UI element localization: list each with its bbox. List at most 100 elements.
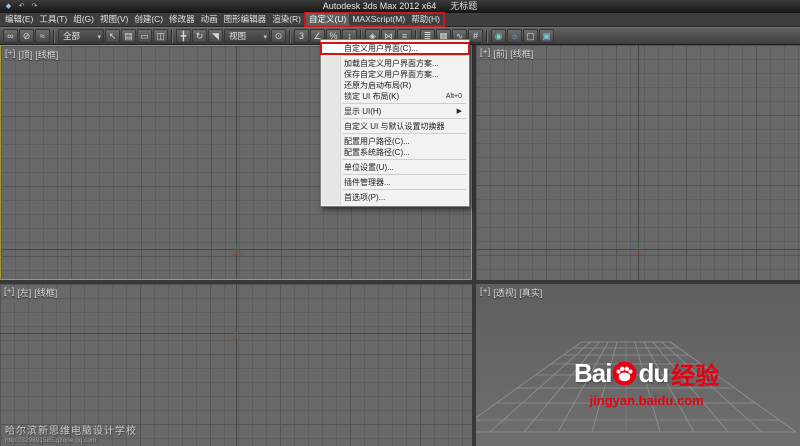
viewport-name-label[interactable]: [前] bbox=[493, 47, 507, 60]
axis-tripod-icon bbox=[229, 242, 245, 258]
menu-item-label: 还原为启动布局(R) bbox=[344, 80, 411, 91]
select-and-link-icon[interactable]: ∞ bbox=[3, 29, 18, 43]
material-editor-icon[interactable]: ◉ bbox=[491, 29, 506, 43]
select-and-scale-icon[interactable]: ◥ bbox=[208, 29, 223, 43]
menu-create[interactable]: 创建(C) bbox=[131, 13, 166, 26]
baidu-paw-icon bbox=[612, 361, 637, 386]
use-pivot-center-icon[interactable]: ⊙ bbox=[271, 29, 286, 43]
menu-item-preferences[interactable]: 首选项(P)... bbox=[321, 192, 469, 203]
viewport-name-label[interactable]: [透视] bbox=[493, 286, 516, 299]
menu-item-label: 显示 UI(H) bbox=[344, 106, 381, 117]
undo-icon[interactable]: ↶ bbox=[16, 1, 27, 12]
menu-customize[interactable]: 自定义(U) bbox=[306, 13, 349, 26]
schematic-view-icon[interactable]: # bbox=[468, 29, 483, 43]
app-title-text: Autodesk 3ds Max 2012 x64 bbox=[323, 1, 437, 11]
viewport-label: [+] [左] [线框] bbox=[4, 286, 57, 299]
viewport-shading-label[interactable]: [线框] bbox=[35, 48, 58, 61]
menu-item-custom-ui-default-switcher[interactable]: 自定义 UI 与默认设置切换器 bbox=[321, 121, 469, 132]
menu-item-plugin-manager[interactable]: 插件管理器... bbox=[321, 177, 469, 188]
toolbar-separator bbox=[486, 30, 488, 43]
viewport-label: [+] [透视] [真实] bbox=[480, 286, 542, 299]
menu-graph-editors[interactable]: 图形编辑器 bbox=[221, 13, 270, 26]
menu-views[interactable]: 视图(V) bbox=[97, 13, 131, 26]
menu-item-show-ui[interactable]: 显示 UI(H) ▶ bbox=[321, 106, 469, 117]
viewport-front[interactable]: [+] [前] [线框] bbox=[476, 45, 800, 280]
viewport-label: [+] [顶] [线框] bbox=[5, 48, 58, 61]
school-watermark: 哈尔滨新思维电脑设计学校 http://329891585.qzone.qq.c… bbox=[5, 422, 137, 444]
redo-icon[interactable]: ↷ bbox=[29, 1, 40, 12]
menu-rendering[interactable]: 渲染(R) bbox=[269, 13, 304, 26]
rectangular-selection-region-icon[interactable]: ▭ bbox=[137, 29, 152, 43]
menu-item-configure-user-paths[interactable]: 配置用户路径(C)... bbox=[321, 136, 469, 147]
menu-item-revert-to-startup-layout[interactable]: 还原为启动布局(R) bbox=[321, 80, 469, 91]
menu-item-lock-ui-layout[interactable]: 锁定 UI 布局(K) Alt+0 bbox=[321, 91, 469, 102]
menu-item-label: 插件管理器... bbox=[344, 177, 391, 188]
select-and-rotate-icon[interactable]: ↻ bbox=[192, 29, 207, 43]
menu-item-label: 自定义用户界面(C)... bbox=[344, 43, 418, 54]
menu-item-accel: ▶ bbox=[457, 106, 462, 117]
viewport-menu-plus[interactable]: [+] bbox=[480, 286, 490, 299]
menu-item-label: 配置用户路径(C)... bbox=[344, 136, 410, 147]
menu-item-customize-ui[interactable]: 自定义用户界面(C)... bbox=[321, 43, 469, 54]
window-crossing-toggle-icon[interactable]: ◫ bbox=[153, 29, 168, 43]
reference-coordinate-system-combo[interactable]: 视图 bbox=[224, 29, 270, 43]
menu-tools[interactable]: 工具(T) bbox=[36, 13, 70, 26]
viewport-menu-plus[interactable]: [+] bbox=[4, 286, 14, 299]
axis-tripod-icon bbox=[630, 241, 646, 257]
axis-tripod-icon bbox=[228, 326, 244, 342]
viewport-left[interactable]: [+] [左] [线框] 哈尔滨新思维电脑设计学校 http://3298915… bbox=[0, 284, 472, 446]
baidu-logo-text-bai: Bai bbox=[574, 358, 611, 389]
baidu-logo: Bai du 经验 bbox=[574, 356, 719, 391]
menu-bar-items: 编辑(E)工具(T)组(G)视图(V)创建(C)修改器动画图形编辑器渲染(R) bbox=[2, 13, 304, 27]
quick-access-toolbar: ◆↶↷ bbox=[0, 1, 40, 12]
menu-item-save-custom-ui-scheme[interactable]: 保存自定义用户界面方案... bbox=[321, 69, 469, 80]
viewport-perspective[interactable]: [+] [透视] [真实] Bai du 经验 bbox=[476, 284, 800, 446]
school-watermark-name: 哈尔滨新思维电脑设计学校 bbox=[5, 422, 137, 437]
render-setup-icon[interactable]: ☼ bbox=[507, 29, 522, 43]
document-name: 无标题 bbox=[450, 1, 477, 11]
viewport-shading-label[interactable]: [线框] bbox=[34, 286, 57, 299]
menu-item-configure-system-paths[interactable]: 配置系统路径(C)... bbox=[321, 147, 469, 158]
selection-filter-combo[interactable]: 全部 bbox=[58, 29, 104, 43]
menu-modifiers[interactable]: 修改器 bbox=[166, 13, 198, 26]
viewport-shading-label[interactable]: [线框] bbox=[510, 47, 533, 60]
toolbar-separator bbox=[53, 30, 55, 43]
menu-item-label: 单位设置(U)... bbox=[344, 162, 394, 173]
menu-bar: 编辑(E)工具(T)组(G)视图(V)创建(C)修改器动画图形编辑器渲染(R) … bbox=[0, 13, 800, 27]
viewport-name-label[interactable]: [左] bbox=[17, 286, 31, 299]
menu-item-label: 保存自定义用户界面方案... bbox=[344, 69, 439, 80]
annotation-box-menubar: 自定义(U)MAXScript(M)帮助(H) bbox=[304, 12, 445, 27]
menu-item-units-setup[interactable]: 单位设置(U)... bbox=[321, 162, 469, 173]
menu-group[interactable]: 组(G) bbox=[70, 13, 97, 26]
menu-item-label: 首选项(P)... bbox=[344, 192, 385, 203]
toolbar-separator bbox=[171, 30, 173, 43]
menu-edit[interactable]: 编辑(E) bbox=[2, 13, 36, 26]
toolbar-separator bbox=[289, 30, 291, 43]
viewport-shading-label[interactable]: [真实] bbox=[519, 286, 542, 299]
select-object-icon[interactable]: ↖ bbox=[105, 29, 120, 43]
menu-item-accel: Alt+0 bbox=[446, 91, 462, 102]
viewport-splitter-horizontal[interactable] bbox=[0, 280, 800, 284]
viewport-splitter-vertical[interactable] bbox=[472, 45, 476, 446]
select-by-name-icon[interactable]: ▤ bbox=[121, 29, 136, 43]
select-and-move-icon[interactable]: ╋ bbox=[176, 29, 191, 43]
application-menu-icon[interactable]: ◆ bbox=[3, 1, 14, 12]
rendered-frame-window-icon[interactable]: ▢ bbox=[523, 29, 538, 43]
menu-help[interactable]: 帮助(H) bbox=[408, 13, 443, 26]
menu-maxscript[interactable]: MAXScript(M) bbox=[349, 13, 408, 26]
baidu-logo-text-jingyan: 经验 bbox=[671, 356, 719, 391]
school-watermark-url: http://329891585.qzone.qq.com bbox=[5, 437, 137, 444]
viewport-name-label[interactable]: [顶] bbox=[18, 48, 32, 61]
3dsmax-window: ◆↶↷ Autodesk 3ds Max 2012 x64 无标题 编辑(E)工具… bbox=[0, 0, 800, 446]
baidu-jingyan-watermark: Bai du 经验 jingyan.baidu.com bbox=[574, 356, 719, 408]
bind-to-space-warp-icon[interactable]: ≈ bbox=[35, 29, 50, 43]
grid-axis-vertical bbox=[236, 284, 237, 446]
menu-animation[interactable]: 动画 bbox=[198, 13, 221, 26]
viewport-menu-plus[interactable]: [+] bbox=[480, 47, 490, 60]
menu-item-load-custom-ui-scheme[interactable]: 加载自定义用户界面方案... bbox=[321, 58, 469, 69]
unlink-selection-icon[interactable]: ⊘ bbox=[19, 29, 34, 43]
render-production-icon[interactable]: ▣ bbox=[539, 29, 554, 43]
viewport-menu-plus[interactable]: [+] bbox=[5, 48, 15, 61]
menu-item-label: 配置系统路径(C)... bbox=[344, 147, 410, 158]
snaps-toggle-icon[interactable]: 3 bbox=[294, 29, 309, 43]
